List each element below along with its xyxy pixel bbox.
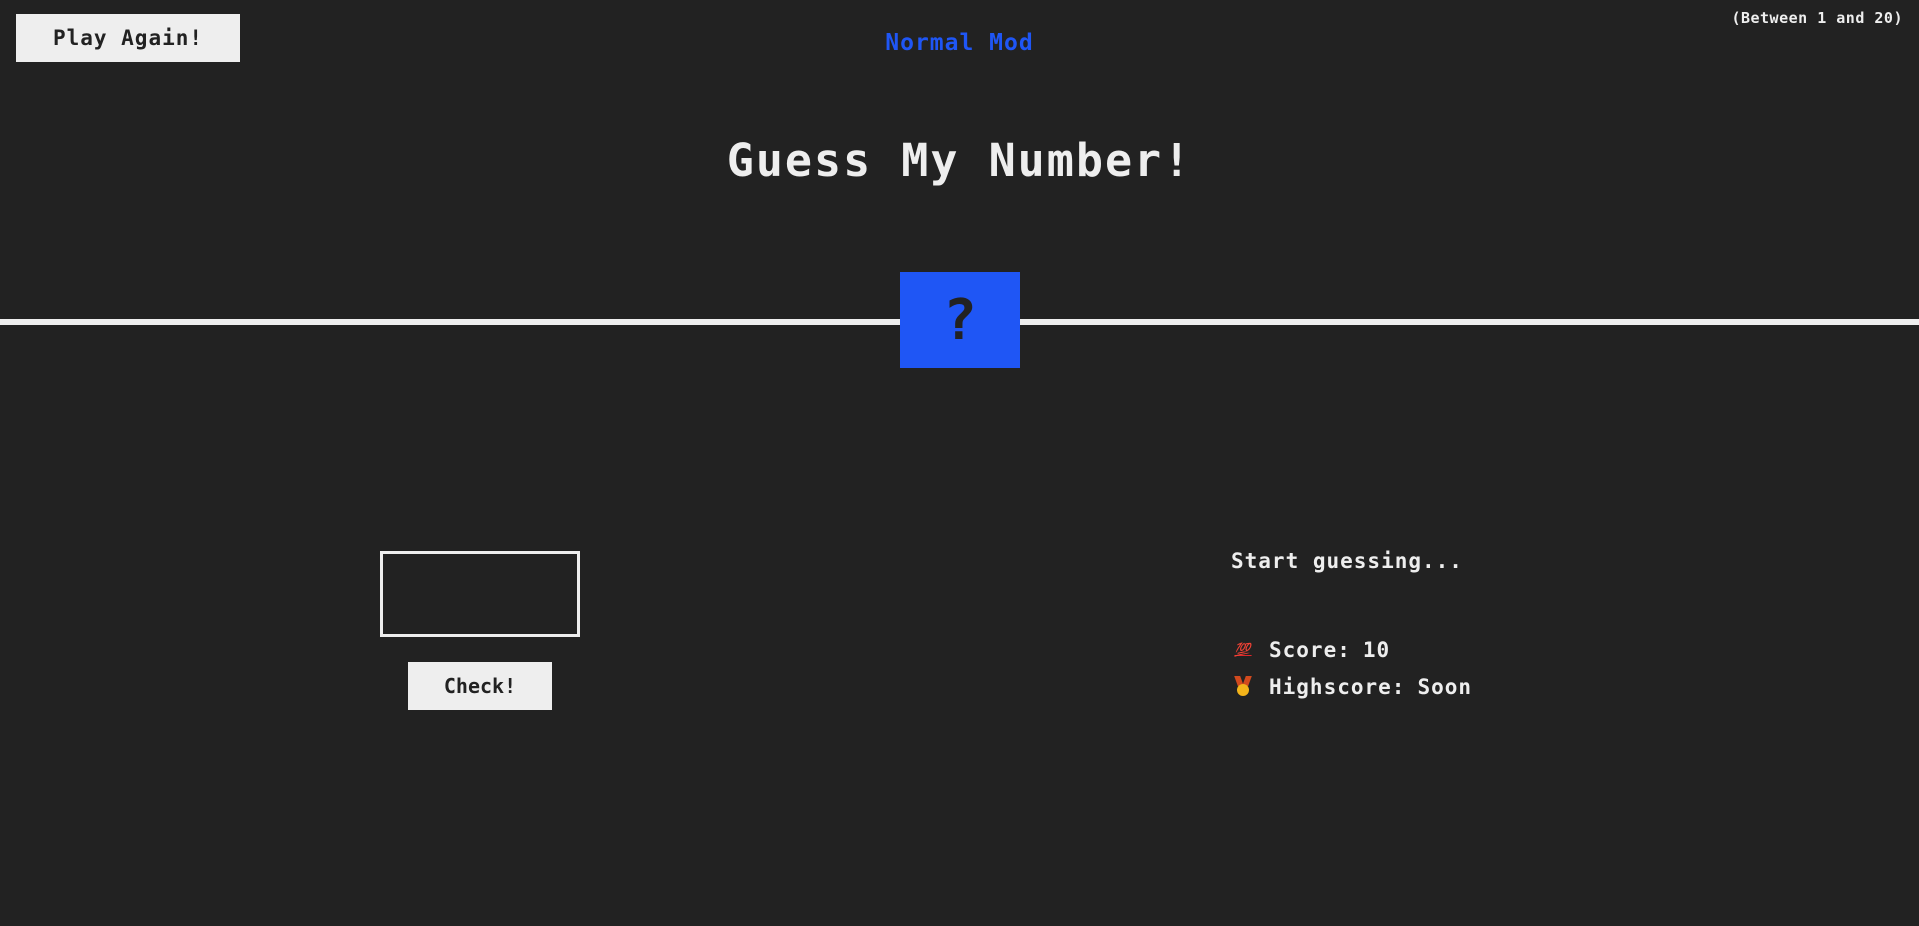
status-message: Start guessing... <box>1231 549 1463 573</box>
highscore-label: Highscore: <box>1269 675 1406 699</box>
mode-label: Normal Mod <box>885 30 1034 56</box>
score-row: 💯 Score: 10 <box>1231 638 1390 662</box>
highscore-row: Highscore: Soon <box>1231 675 1472 699</box>
hundred-points-icon: 💯 <box>1234 642 1252 658</box>
score-value: 10 <box>1362 638 1391 662</box>
guess-input[interactable] <box>380 551 580 637</box>
check-button[interactable]: Check! <box>408 662 552 710</box>
range-hint: (Between 1 and 20) <box>1731 9 1903 27</box>
medal-icon <box>1234 676 1252 698</box>
highscore-value: Soon <box>1417 675 1473 699</box>
score-label: Score: <box>1269 638 1351 662</box>
secret-number: ? <box>943 287 977 353</box>
page-title: Guess My Number! <box>726 134 1193 187</box>
secret-number-box: ? <box>900 272 1020 368</box>
